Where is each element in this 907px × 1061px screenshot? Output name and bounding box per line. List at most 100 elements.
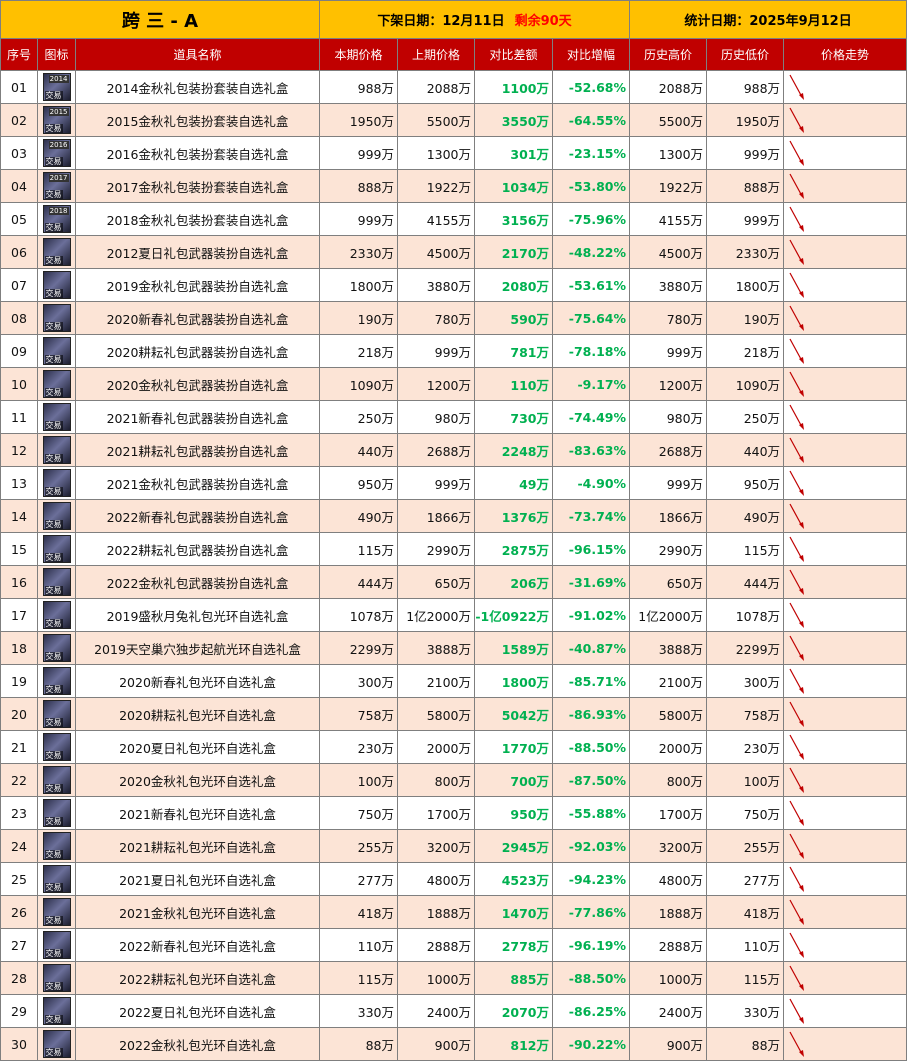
col-header-current-price: 本期价格 <box>319 38 398 71</box>
box-icon: 2016 交易 <box>42 139 71 167</box>
trend-cell <box>783 697 907 731</box>
stat-info: 统计日期：2025年9月12日 <box>629 0 907 39</box>
item-name: 2012夏日礼包武器装扮自选礼盒 <box>75 235 320 269</box>
trend-cell <box>783 499 907 533</box>
trend-down-icon <box>789 503 805 529</box>
history-high: 1300万 <box>629 136 708 170</box>
trend-cell <box>783 763 907 797</box>
icon-trade-badge: 交易 <box>44 157 63 166</box>
previous-price: 1300万 <box>397 136 475 170</box>
change-percent: -92.03% <box>551 829 631 863</box>
price-difference: 950万 <box>474 796 553 830</box>
history-high: 1700万 <box>629 796 708 830</box>
stat-label: 统计日期： <box>684 14 750 29</box>
aura-icon: 交易 <box>42 700 71 728</box>
weapon-icon: 交易 <box>42 568 71 596</box>
col-header-previous-price: 上期价格 <box>397 38 475 71</box>
history-low: 999万 <box>706 202 785 236</box>
table-row: 07 交易 2019金秋礼包武器装扮自选礼盒 1800万 3880万 2080万 -53.6… <box>0 268 907 302</box>
trend-down-icon <box>789 899 805 925</box>
remaining-days: 剩余90天 <box>514 14 572 29</box>
aura-icon: 交易 <box>42 964 71 992</box>
trend-cell <box>783 598 907 632</box>
history-low: 250万 <box>706 400 785 434</box>
change-percent: -86.93% <box>551 697 631 731</box>
icon-trade-badge: 交易 <box>44 718 63 727</box>
trend-cell <box>783 829 907 863</box>
price-difference: 5042万 <box>474 697 553 731</box>
row-icon-cell: 交易 <box>37 334 76 368</box>
weapon-icon: 交易 <box>42 403 71 431</box>
change-percent: -64.55% <box>551 103 631 137</box>
change-percent: -4.90% <box>551 466 631 500</box>
aura-icon: 交易 <box>42 997 71 1025</box>
item-name: 2020新春礼包武器装扮自选礼盒 <box>75 301 320 335</box>
row-icon-cell: 交易 <box>37 433 76 467</box>
delist-date: 12月11日 <box>442 14 505 29</box>
aura-icon: 交易 <box>42 865 71 893</box>
item-name: 2017金秋礼包装扮套装自选礼盒 <box>75 169 320 203</box>
item-name: 2021金秋礼包武器装扮自选礼盒 <box>75 466 320 500</box>
table-row: 17 交易 2019盛秋月兔礼包光环自选礼盒 1078万 1亿2000万 -1亿0922万… <box>0 598 907 632</box>
change-percent: -86.25% <box>551 994 631 1028</box>
previous-price: 1888万 <box>397 895 475 929</box>
col-header-icon: 图标 <box>37 38 76 71</box>
previous-price: 1700万 <box>397 796 475 830</box>
row-index: 29 <box>0 994 38 1028</box>
icon-trade-badge: 交易 <box>44 553 63 562</box>
icon-trade-badge: 交易 <box>44 388 63 397</box>
trend-down-icon <box>789 866 805 892</box>
row-icon-cell: 交易 <box>37 598 76 632</box>
trend-down-icon <box>789 569 805 595</box>
change-percent: -83.63% <box>551 433 631 467</box>
current-price: 250万 <box>319 400 398 434</box>
previous-price: 1866万 <box>397 499 475 533</box>
trend-down-icon <box>789 602 805 628</box>
icon-trade-badge: 交易 <box>44 190 63 199</box>
row-index: 10 <box>0 367 38 401</box>
previous-price: 2400万 <box>397 994 475 1028</box>
trend-down-icon <box>789 206 805 232</box>
history-high: 2088万 <box>629 70 708 104</box>
price-difference: 1100万 <box>474 70 553 104</box>
current-price: 218万 <box>319 334 398 368</box>
row-icon-cell: 交易 <box>37 631 76 665</box>
current-price: 1950万 <box>319 103 398 137</box>
item-name: 2022金秋礼包武器装扮自选礼盒 <box>75 565 320 599</box>
trend-down-icon <box>789 371 805 397</box>
item-name: 2022夏日礼包光环自选礼盒 <box>75 994 320 1028</box>
price-difference: 1034万 <box>474 169 553 203</box>
change-percent: -91.02% <box>551 598 631 632</box>
history-low: 115万 <box>706 532 785 566</box>
history-low: 190万 <box>706 301 785 335</box>
change-percent: -53.61% <box>551 268 631 302</box>
table-row: 01 2014 交易 2014金秋礼包装扮套装自选礼盒 988万 2088万 1100万 -5… <box>0 70 907 104</box>
price-difference: 2070万 <box>474 994 553 1028</box>
history-low: 1950万 <box>706 103 785 137</box>
icon-trade-badge: 交易 <box>44 91 63 100</box>
icon-trade-badge: 交易 <box>44 1015 63 1024</box>
current-price: 1090万 <box>319 367 398 401</box>
icon-trade-badge: 交易 <box>44 817 63 826</box>
trend-cell <box>783 400 907 434</box>
table-row: 21 交易 2020夏日礼包光环自选礼盒 230万 2000万 1770万 -88.50% 2… <box>0 730 907 764</box>
item-name: 2020耕耘礼包武器装扮自选礼盒 <box>75 334 320 368</box>
aura-icon: 交易 <box>42 832 71 860</box>
weapon-icon: 交易 <box>42 469 71 497</box>
weapon-icon: 交易 <box>42 436 71 464</box>
item-name: 2021耕耘礼包光环自选礼盒 <box>75 829 320 863</box>
previous-price: 4155万 <box>397 202 475 236</box>
icon-trade-badge: 交易 <box>44 619 63 628</box>
row-index: 11 <box>0 400 38 434</box>
icon-trade-badge: 交易 <box>44 949 63 958</box>
row-icon-cell: 交易 <box>37 763 76 797</box>
table-row: 25 交易 2021夏日礼包光环自选礼盒 277万 4800万 4523万 -94.23% 4… <box>0 862 907 896</box>
row-index: 02 <box>0 103 38 137</box>
history-high: 780万 <box>629 301 708 335</box>
current-price: 2299万 <box>319 631 398 665</box>
item-name: 2022耕耘礼包光环自选礼盒 <box>75 961 320 995</box>
change-percent: -31.69% <box>551 565 631 599</box>
history-low: 230万 <box>706 730 785 764</box>
history-low: 999万 <box>706 136 785 170</box>
history-low: 100万 <box>706 763 785 797</box>
